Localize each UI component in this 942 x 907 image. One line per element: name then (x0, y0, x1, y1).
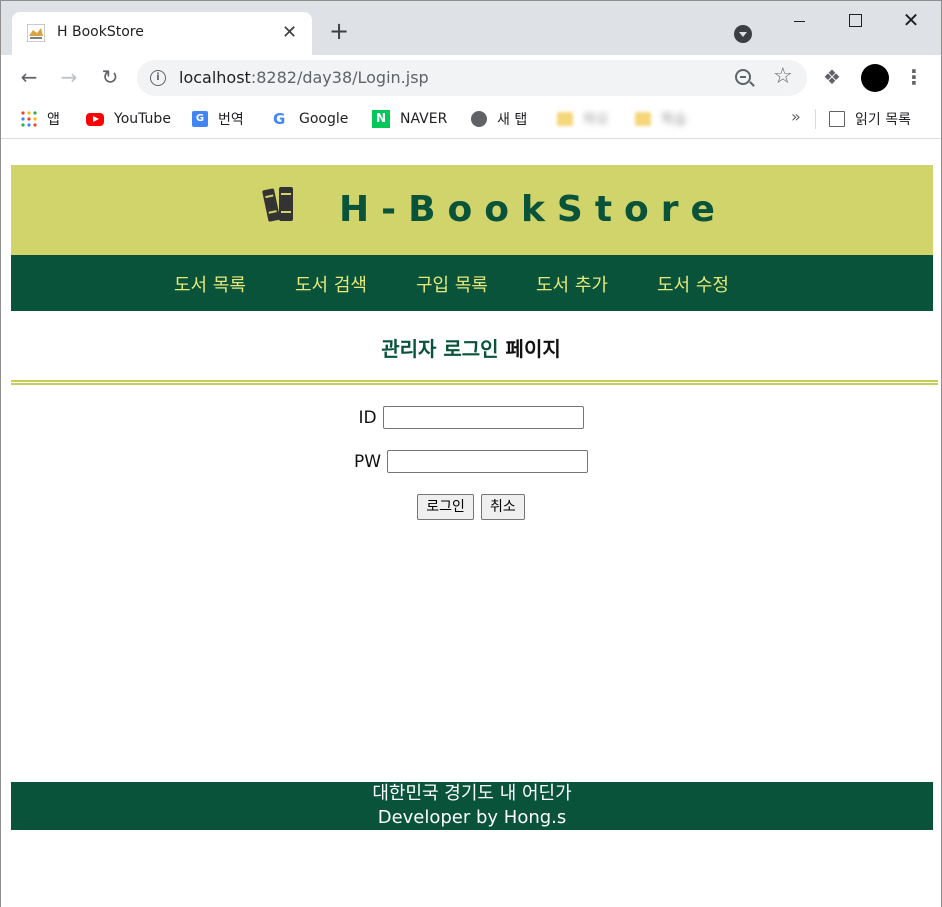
window-close-button[interactable]: ✕ (888, 7, 934, 37)
pw-row: PW (1, 450, 941, 473)
bookmark-label: Google (299, 111, 349, 127)
reading-list-button[interactable]: 읽기 목록 (829, 109, 911, 129)
pw-input[interactable] (387, 450, 589, 473)
cancel-button[interactable]: 취소 (480, 494, 525, 520)
bookmark-label: NAVER (400, 111, 448, 127)
browser-toolbar: ← → ↻ i localhost:8282/day38/Login.jsp ☆… (1, 55, 941, 101)
id-input[interactable] (382, 406, 584, 429)
bookmark-label: YouTube (114, 111, 171, 127)
folder-icon (635, 112, 651, 126)
profile-avatar[interactable] (861, 64, 889, 92)
bookmark-folder-2[interactable]: 학습 (635, 109, 687, 129)
bookmark-star-icon[interactable]: ☆ (773, 64, 793, 89)
minimize-button[interactable] (776, 7, 822, 37)
back-arrow-icon[interactable]: ← (17, 65, 41, 89)
nav-book-search[interactable]: 도서 검색 (295, 271, 367, 297)
nav-purchase-list[interactable]: 구입 목록 (416, 271, 488, 297)
page-content: H-BookStore 도서 목록 도서 검색 구입 목록 도서 추가 도서 수… (1, 140, 941, 907)
bookmarks-divider (815, 109, 816, 129)
login-button[interactable]: 로그인 (417, 494, 474, 520)
site-footer: 대한민국 경기도 내 어딘가 Developer by Hong.s (11, 782, 933, 830)
tab-title: H BookStore (57, 24, 144, 40)
maximize-button[interactable] (832, 7, 878, 37)
google-translate-icon: G (192, 111, 208, 127)
tab-strip: H BookStore ✕ + ✕ (1, 1, 941, 55)
reading-list-icon (829, 111, 845, 127)
zoom-out-icon[interactable] (735, 69, 751, 85)
new-tab-button[interactable]: + (329, 19, 349, 43)
id-row: ID (1, 406, 941, 429)
bookmark-youtube[interactable]: YouTube (86, 109, 171, 129)
page-title-highlight: 관리자 로그인 (381, 337, 499, 361)
page-title: 관리자 로그인 페이지 (1, 333, 941, 362)
double-divider (11, 380, 938, 385)
bookmark-google[interactable]: G Google (273, 109, 348, 129)
tab-search-icon[interactable] (734, 25, 752, 43)
books-icon (262, 187, 293, 222)
tomcat-favicon-icon (27, 24, 45, 42)
url-text[interactable]: localhost:8282/day38/Login.jsp (179, 68, 429, 87)
form-buttons: 로그인 취소 (1, 494, 941, 520)
bookmark-label: 학습 (661, 112, 687, 128)
site-nav: 도서 목록 도서 검색 구입 목록 도서 추가 도서 수정 (11, 255, 933, 311)
globe-icon (471, 111, 487, 127)
bookmark-label: 하오 (583, 112, 609, 128)
forward-arrow-icon[interactable]: → (57, 65, 81, 89)
bookmark-new-tab[interactable]: 새 탭 (471, 109, 527, 129)
id-label: ID (358, 407, 377, 428)
bookmark-label: 앱 (47, 112, 60, 128)
menu-kebab-icon[interactable]: ⋮ (904, 65, 924, 89)
address-bar[interactable]: i localhost:8282/day38/Login.jsp ☆ (137, 60, 807, 96)
bookmark-label: 번역 (218, 112, 244, 128)
site-title: H-BookStore (339, 189, 727, 230)
url-host: localhost (179, 68, 251, 87)
bookmark-apps[interactable]: 앱 (21, 109, 60, 129)
bookmarks-bar: 앱 YouTube G 번역 G Google N NAVER 새 탭 하오 학… (1, 101, 941, 139)
folder-icon (557, 112, 573, 126)
more-bookmarks-icon[interactable]: » (791, 107, 801, 126)
site-header: H-BookStore (11, 165, 933, 255)
naver-icon: N (372, 110, 390, 128)
footer-address: 대한민국 경기도 내 어딘가 (372, 783, 572, 804)
browser-window: H BookStore ✕ + ✕ ← → ↻ i localhost:8282… (0, 0, 942, 907)
nav-book-list[interactable]: 도서 목록 (174, 271, 246, 297)
tab-close-icon[interactable]: ✕ (282, 22, 297, 43)
footer-developer: Developer by Hong.s (377, 807, 567, 828)
info-icon[interactable]: i (150, 70, 166, 86)
browser-tab[interactable]: H BookStore ✕ (12, 12, 312, 55)
youtube-icon (86, 112, 104, 126)
bookmark-naver[interactable]: N NAVER (372, 109, 447, 129)
bookmark-folder-1[interactable]: 하오 (557, 109, 609, 129)
extensions-puzzle-icon[interactable]: ❖ (823, 65, 841, 89)
pw-label: PW (353, 451, 382, 472)
page-title-suffix: 페이지 (498, 337, 561, 361)
reload-icon[interactable]: ↻ (98, 65, 122, 89)
bookmark-translate[interactable]: G 번역 (192, 109, 244, 129)
bookmark-label: 새 탭 (497, 112, 528, 128)
nav-book-add[interactable]: 도서 추가 (536, 271, 608, 297)
apps-grid-icon (21, 111, 37, 127)
url-path: :8282/day38/Login.jsp (250, 68, 429, 87)
google-icon: G (273, 110, 286, 128)
nav-book-edit[interactable]: 도서 수정 (657, 271, 729, 297)
reading-list-label: 읽기 목록 (855, 112, 911, 128)
